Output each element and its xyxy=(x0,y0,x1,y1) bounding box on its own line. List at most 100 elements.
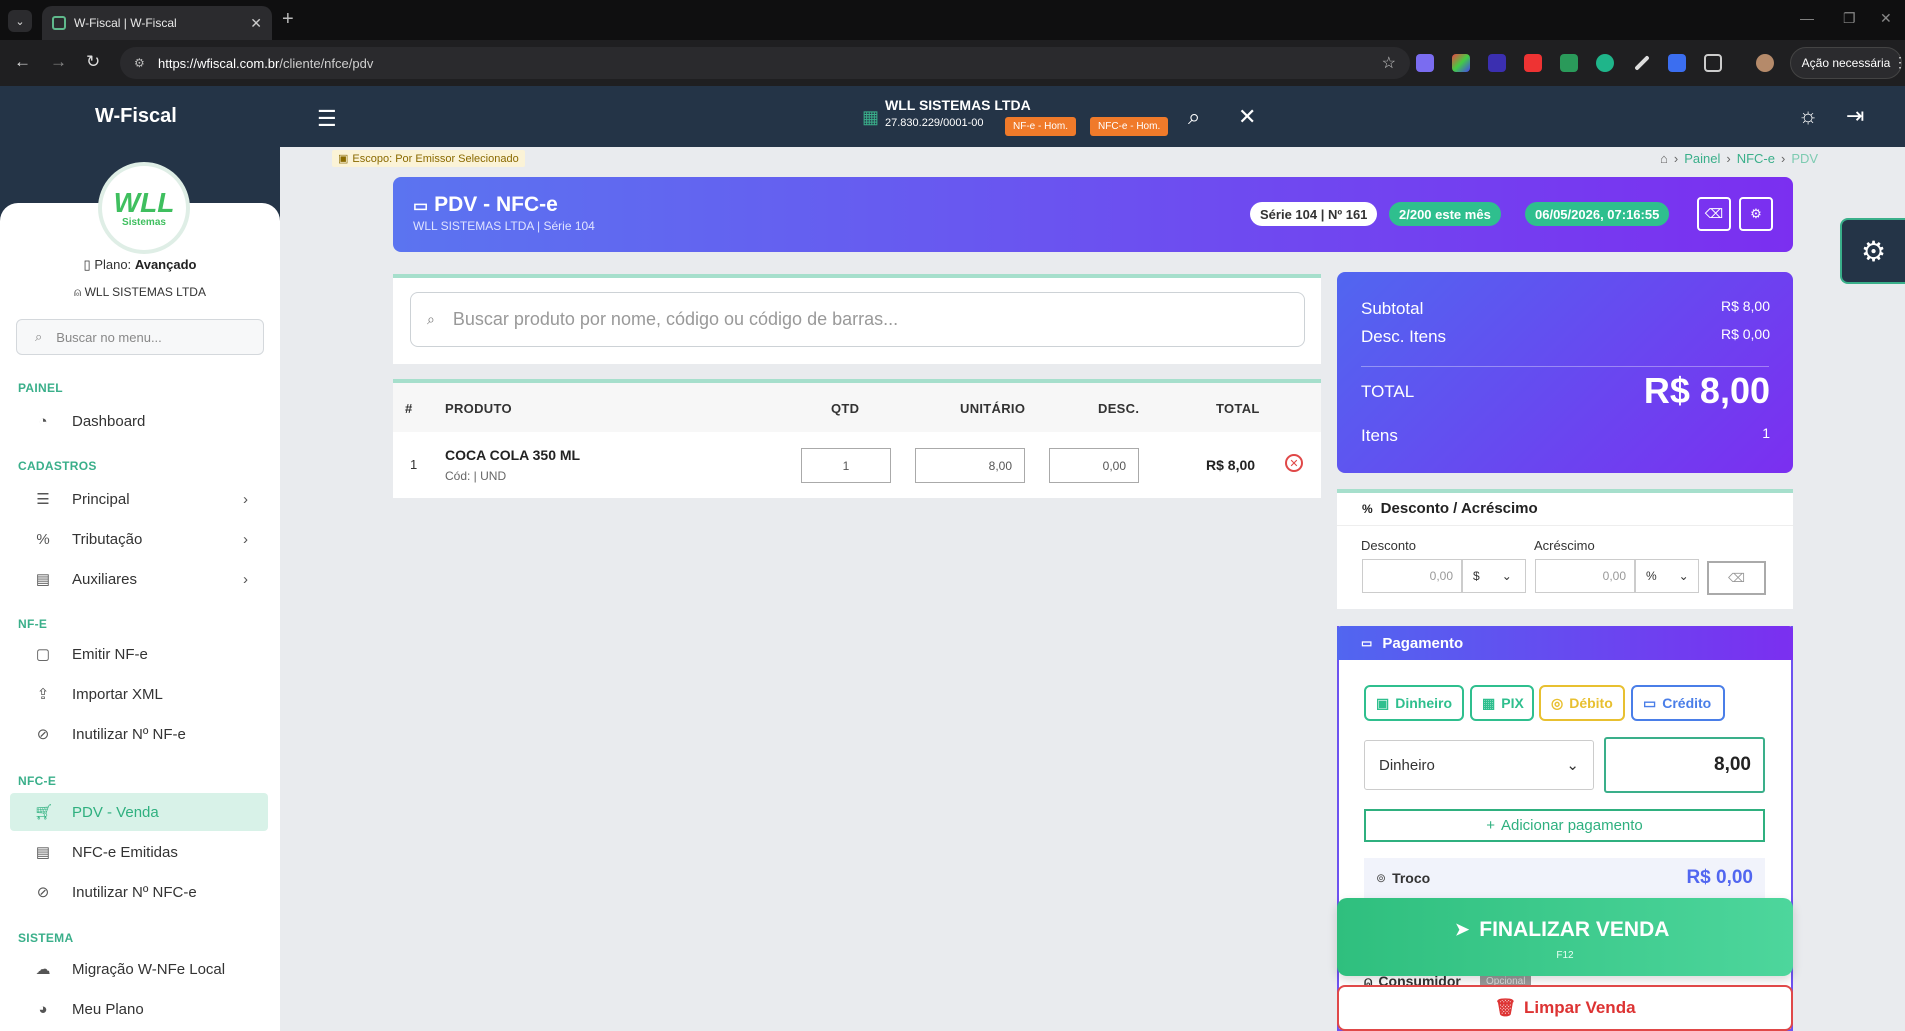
browser-tab[interactable]: W-Fiscal | W-Fiscal ✕ xyxy=(42,6,272,40)
limpar-venda-button[interactable]: 🗑︎ Limpar Venda xyxy=(1337,985,1793,1031)
minimize-icon[interactable]: — xyxy=(1800,10,1814,26)
sidebar-item-inutilizar-nfce[interactable]: ⊘ Inutilizar Nº NFC-e xyxy=(10,873,268,911)
logout-icon[interactable]: ⇥ xyxy=(1846,103,1864,129)
sidebar-item-migracao[interactable]: ☁ Migração W-NFe Local xyxy=(10,950,268,988)
col-header-produto: PRODUTO xyxy=(445,401,512,416)
tab-close-icon[interactable]: ✕ xyxy=(250,15,262,32)
breadcrumb-pdv: PDV xyxy=(1791,151,1819,166)
product-search-input[interactable]: ⌕ Buscar produto por nome, código ou cód… xyxy=(410,292,1305,347)
sidebar-item-principal[interactable]: ☰ Principal › xyxy=(10,480,268,518)
settings-gear-icon[interactable]: ⚙ xyxy=(1739,197,1773,231)
section-nfe: NF-E xyxy=(18,617,48,631)
home-icon[interactable]: ⌂ xyxy=(1660,151,1668,166)
clear-discount-button[interactable]: ⌫ xyxy=(1707,561,1766,595)
search-icon[interactable]: ⌕ xyxy=(1188,104,1200,130)
row-total: R$ 8,00 xyxy=(1206,457,1256,473)
desconto-input[interactable]: 0,00 xyxy=(1362,559,1462,593)
close-icon[interactable]: ✕ xyxy=(1238,104,1256,130)
discount-input[interactable]: 0,00 xyxy=(1049,448,1139,483)
sidebar-item-importar-xml[interactable]: ⇪ Importar XML xyxy=(10,675,268,713)
extensions-puzzle-icon[interactable] xyxy=(1704,54,1722,72)
chevron-down-icon: ⌄ xyxy=(1566,757,1579,774)
extension-icon[interactable] xyxy=(1416,54,1434,72)
payment-amount-input[interactable]: 8,00 xyxy=(1604,737,1765,793)
datetime-pill: 06/05/2026, 07:16:55 xyxy=(1525,202,1670,226)
unit-price-input[interactable]: 8,00 xyxy=(915,448,1025,483)
remove-item-icon[interactable]: ✕ xyxy=(1285,454,1303,472)
maximize-icon[interactable]: ❐ xyxy=(1843,10,1856,27)
payment-method-select[interactable]: Dinheiro ⌄ xyxy=(1364,740,1594,790)
breadcrumb-painel[interactable]: Painel xyxy=(1684,151,1720,166)
site-info-icon[interactable]: ⚙ xyxy=(134,56,145,70)
page-title: ▭ PDV - NFC-e xyxy=(413,193,558,216)
scope-icon: ▣ xyxy=(338,153,349,165)
acrescimo-label: Acréscimo xyxy=(1534,538,1595,553)
theme-sun-icon[interactable]: ☼ xyxy=(1798,103,1818,129)
extension-icon[interactable] xyxy=(1452,54,1470,72)
desconto-type-select[interactable]: $ ⌄ xyxy=(1462,559,1526,593)
sidebar-item-label: Auxiliares xyxy=(72,570,138,588)
sidebar-item-label: PDV - Venda xyxy=(72,803,159,821)
sidebar-item-label: Inutilizar Nº NF-e xyxy=(72,725,186,743)
profile-avatar[interactable] xyxy=(1756,54,1774,72)
menu-search-placeholder: Buscar no menu... xyxy=(56,329,162,345)
percent-icon: % xyxy=(1362,502,1373,516)
extension-icon[interactable] xyxy=(1524,54,1542,72)
extension-icon[interactable] xyxy=(1488,54,1506,72)
address-bar[interactable]: ⚙ https://wfiscal.com.br/cliente/nfce/pd… xyxy=(120,47,1410,79)
finalizar-venda-button[interactable]: ➤ FINALIZAR VENDA F12 xyxy=(1337,898,1793,976)
pay-debito-button[interactable]: ◎ Débito xyxy=(1539,685,1625,721)
breadcrumb-nfce[interactable]: NFC-e xyxy=(1737,151,1775,166)
receipt-icon: ▤ xyxy=(35,844,51,861)
forward-icon[interactable]: → xyxy=(50,52,67,72)
menu-toggle-icon[interactable]: ☰ xyxy=(317,106,337,132)
pay-pix-button[interactable]: ▦ PIX xyxy=(1470,685,1534,721)
building-icon: ▦ xyxy=(862,107,880,127)
floating-settings-icon[interactable]: ⚙ xyxy=(1840,218,1905,284)
action-needed-button[interactable]: Ação necessária xyxy=(1790,47,1902,79)
subtotal-label: Subtotal xyxy=(1361,299,1424,318)
coin-icon: ◎ xyxy=(1551,694,1564,711)
col-header-total: TOTAL xyxy=(1216,401,1260,416)
total-label: TOTAL xyxy=(1361,382,1415,401)
bookmark-star-icon[interactable]: ☆ xyxy=(1382,53,1396,73)
sidebar-item-inutilizar-nfe[interactable]: ⊘ Inutilizar Nº NF-e xyxy=(10,715,268,753)
page-subtitle: WLL SISTEMAS LTDA | Série 104 xyxy=(413,219,595,233)
reload-icon[interactable]: ↻ xyxy=(86,52,100,72)
back-icon[interactable]: ← xyxy=(14,52,31,72)
menu-search-input[interactable]: ⌕ Buscar no menu... xyxy=(16,319,264,355)
logo-subtext: Sistemas xyxy=(122,216,166,228)
window-close-icon[interactable]: ✕ xyxy=(1880,10,1892,27)
sidebar-item-meu-plano[interactable]: ◕ Meu Plano xyxy=(10,990,268,1028)
tab-title: W-Fiscal | W-Fiscal xyxy=(74,16,177,30)
qty-input[interactable]: 1 xyxy=(801,448,891,483)
add-payment-button[interactable]: + Adicionar pagamento xyxy=(1364,809,1765,842)
sidebar-item-auxiliares[interactable]: ▤ Auxiliares › xyxy=(10,560,268,598)
pay-dinheiro-button[interactable]: ▣ Dinheiro xyxy=(1364,685,1464,721)
finalizar-shortcut: F12 xyxy=(1556,950,1574,961)
sidebar-item-tributacao[interactable]: % Tributação › xyxy=(10,520,268,558)
new-tab-button[interactable]: + xyxy=(282,8,294,31)
troco-row: ⊚ Troco R$ 0,00 xyxy=(1364,858,1765,898)
acrescimo-type-select[interactable]: % ⌄ xyxy=(1635,559,1699,593)
extension-icon[interactable] xyxy=(1596,54,1614,72)
card-icon: ▭ xyxy=(1361,636,1373,650)
translate-icon[interactable] xyxy=(1668,54,1686,72)
acrescimo-unit: % xyxy=(1646,569,1657,583)
plan-value: Avançado xyxy=(134,257,197,272)
browser-menu-icon[interactable]: ⋮ xyxy=(1893,54,1905,71)
brand-title[interactable]: W-Fiscal xyxy=(95,105,177,128)
sidebar-item-dashboard[interactable]: ◔ Dashboard xyxy=(10,402,268,440)
extension-icon[interactable] xyxy=(1560,54,1578,72)
payment-header: ▭ Pagamento xyxy=(1337,626,1793,660)
scope-text: Escopo: Por Emissor Selecionado xyxy=(352,152,519,165)
chevron-right-icon: › xyxy=(243,530,248,548)
acrescimo-input[interactable]: 0,00 xyxy=(1535,559,1635,593)
pay-credito-button[interactable]: ▭ Crédito xyxy=(1631,685,1725,721)
eraser-icon[interactable]: ⌫ xyxy=(1697,197,1731,231)
sidebar-item-label: Emitir NF-e xyxy=(72,645,148,663)
tab-search-button[interactable]: ⌄ xyxy=(8,10,32,32)
sidebar-item-pdv-venda[interactable]: 🛒︎ PDV - Venda xyxy=(10,793,268,831)
sidebar-item-nfce-emitidas[interactable]: ▤ NFC-e Emitidas xyxy=(10,833,268,871)
sidebar-item-emitir-nfe[interactable]: ▢ Emitir NF-e xyxy=(10,635,268,673)
